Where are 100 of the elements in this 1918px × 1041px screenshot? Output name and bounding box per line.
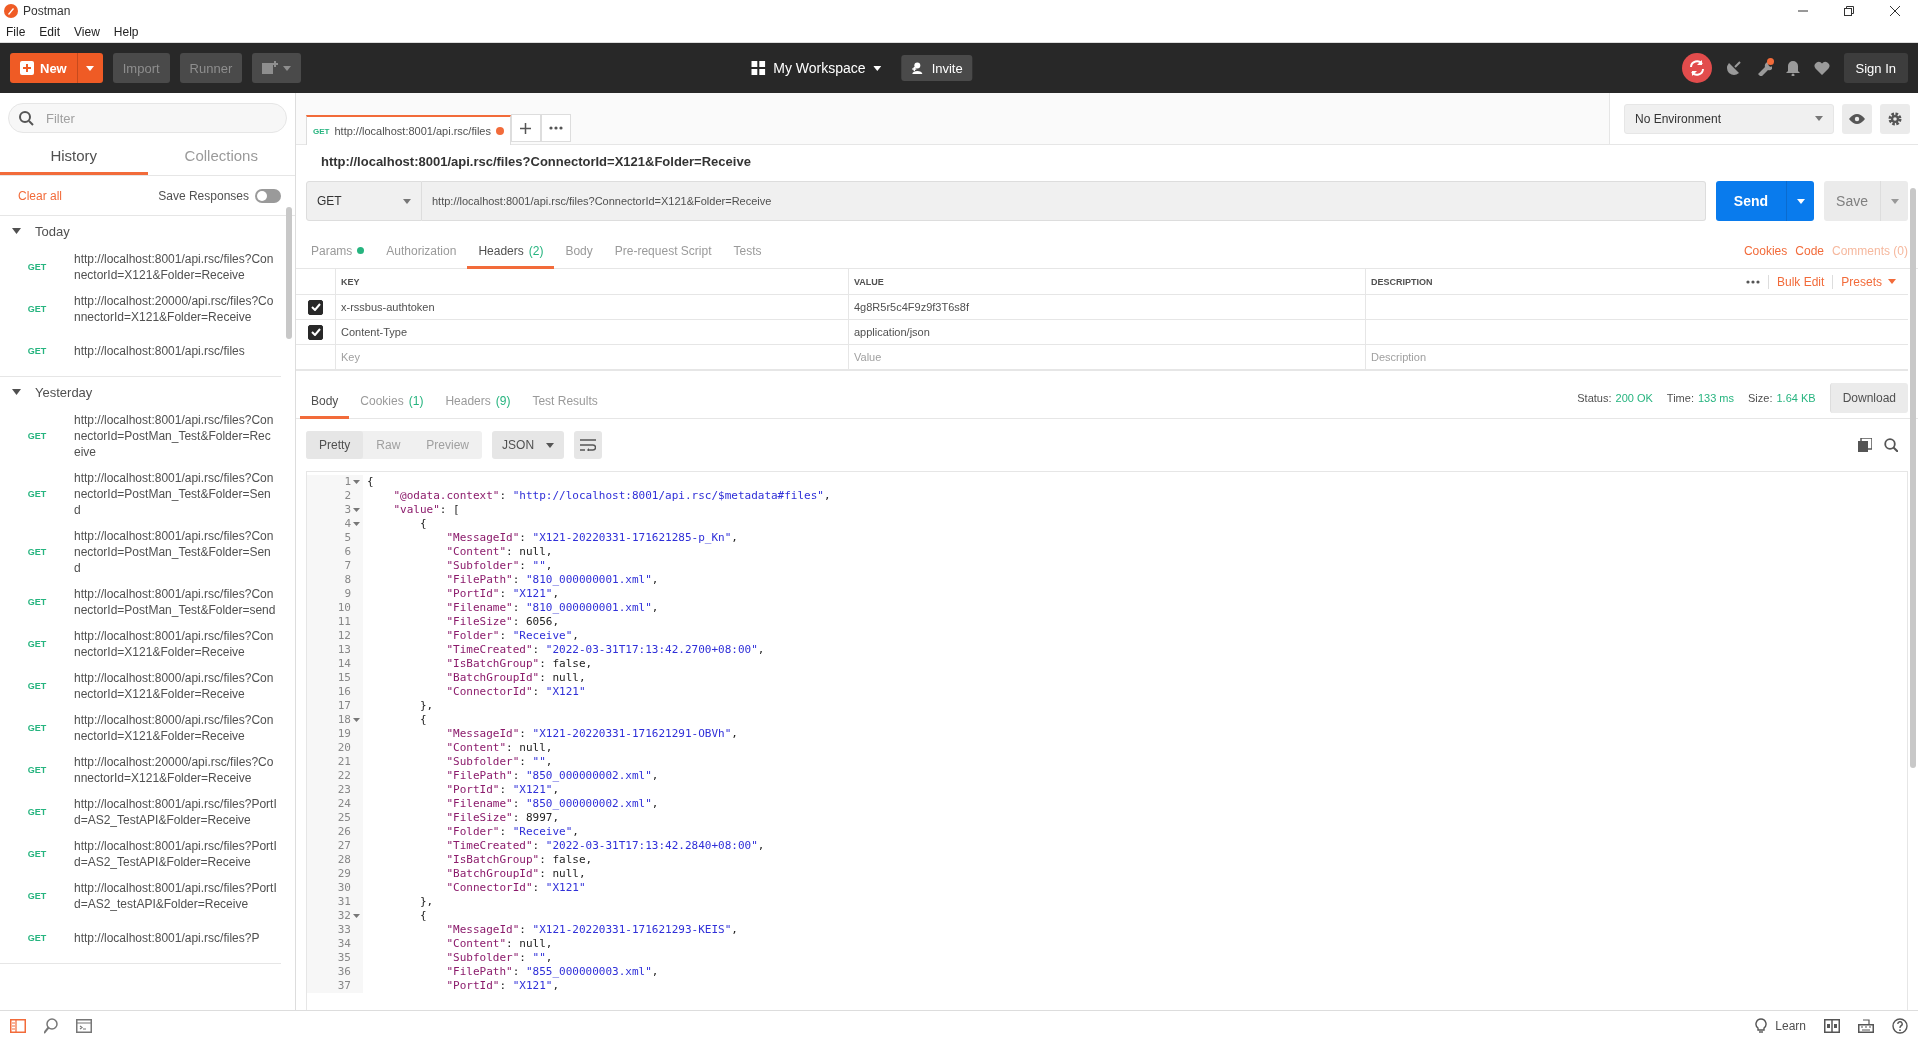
history-item-url[interactable]: http://localhost:8001/api.rsc/files?ConnectorId=PostMan_Test&Folder=Send [74, 470, 277, 518]
method-label: GET [26, 723, 48, 733]
eye-button[interactable] [1842, 103, 1872, 134]
tab[interactable]: Body [300, 385, 350, 419]
format-dropdown[interactable]: JSON [492, 431, 565, 459]
sign-in-button[interactable]: Sign In [1843, 53, 1908, 83]
checkmark-icon [310, 303, 321, 311]
code-line: "BatchGroupId": null, [445, 867, 586, 881]
checkbox[interactable] [308, 324, 323, 340]
line-number: 5 [344, 531, 351, 545]
input-field[interactable]: Value [854, 351, 1360, 363]
fold-arrow-icon[interactable] [352, 718, 360, 722]
method-dropdown[interactable]: GET [306, 181, 422, 221]
url-field[interactable]: http://localhost:8001/api.rsc/files?ConnectorId=X121&Folder=Receive [422, 181, 1706, 221]
search-icon [19, 110, 34, 126]
bell-icon[interactable] [1785, 60, 1800, 76]
two-pane-icon[interactable] [1824, 1019, 1840, 1033]
add-tab-button[interactable] [511, 114, 541, 142]
history-item-url[interactable]: http://localhost:8001/api.rsc/files?ConnectorId=PostMan_Test&Folder=Send [74, 528, 277, 576]
filter-box[interactable]: Filter [8, 103, 287, 133]
invite-button[interactable]: Invite [901, 55, 973, 81]
line-number: 9 [344, 587, 351, 601]
menu-item[interactable]: File [6, 25, 26, 39]
history-item-url[interactable]: http://localhost:8001/api.rsc/files?PortId=AS2_testAPI&Folder=Receive [74, 880, 277, 912]
scrollbar[interactable] [1910, 188, 1916, 768]
line-number: 32 [337, 909, 351, 923]
method-label: GET [26, 891, 48, 901]
menu-item[interactable]: Help [113, 25, 139, 39]
method-label: GET [26, 304, 48, 314]
download-button[interactable]: Download [1829, 382, 1908, 413]
history-item-url[interactable]: http://localhost:8000/api.rsc/files?ConnectorId=X121&Folder=Receive [74, 670, 277, 702]
code-line: "Content": null, [445, 741, 553, 755]
status-label: Size: [1748, 391, 1773, 404]
history-item-url[interactable]: http://localhost:20000/api.rsc/files?ConnectorId=X121&Folder=Receive [74, 754, 277, 786]
caret-icon [546, 442, 555, 448]
fold-arrow-icon[interactable] [352, 508, 360, 512]
copy-icon[interactable] [1858, 438, 1872, 452]
code-line: { [418, 713, 427, 727]
line-number: 1 [344, 475, 351, 489]
code-line: "Folder": "Receive", [445, 825, 579, 839]
history-item-url[interactable]: http://localhost:20000/api.rsc/files?ConnectorId=X121&Folder=Receive [74, 293, 277, 325]
sync-icon[interactable] [1681, 53, 1712, 83]
scrollbar[interactable] [286, 207, 292, 339]
history-group-header[interactable]: Yesterday [0, 377, 105, 407]
search-icon[interactable] [1884, 438, 1898, 452]
menu-item[interactable]: Edit [39, 25, 61, 39]
code-line: }, [418, 699, 434, 713]
history-item-url[interactable]: http://localhost:8001/api.rsc/files?ConnectorId=PostMan_Test&Folder=Receive [74, 412, 277, 460]
history-item-url[interactable]: http://localhost:8001/api.rsc/files?PortId=AS2_TestAPI&Folder=Receive [74, 838, 277, 870]
sidebar-toggle-icon[interactable] [10, 1019, 26, 1033]
status-value: 200 OK [1615, 391, 1653, 404]
history-group-header[interactable]: Today [0, 216, 82, 246]
tab[interactable]: Headers (2) [467, 235, 555, 269]
keyboard-icon[interactable] [1858, 1019, 1874, 1033]
help-icon[interactable] [1892, 1018, 1908, 1034]
line-number: 36 [337, 965, 351, 979]
code-line: "FileSize": 6056, [445, 615, 560, 629]
status-label: Status: [1577, 391, 1612, 404]
workspace-selector[interactable]: My Workspace [745, 59, 888, 77]
menu-item[interactable]: View [74, 25, 100, 39]
view-mode-tab[interactable]: Pretty [306, 431, 364, 459]
more-icon[interactable] [1745, 279, 1760, 284]
code-line: "MessageId": "X121-20220331-171621293-KEIS", [445, 923, 738, 937]
search-icon[interactable] [44, 1018, 58, 1034]
line-number: 31 [337, 895, 351, 909]
column-header: VALUE [849, 269, 1366, 295]
line-number: 15 [337, 671, 351, 685]
checkbox[interactable] [308, 299, 323, 315]
satellite-icon[interactable] [1725, 60, 1742, 76]
settings-icon [1887, 110, 1903, 127]
filter-field[interactable]: Filter [44, 109, 276, 127]
input-field[interactable]: Description [1371, 351, 1903, 363]
history-item-url[interactable]: http://localhost:8001/api.rsc/files?PortId=AS2_TestAPI&Folder=Receive [74, 796, 277, 828]
history-item-url[interactable]: http://localhost:8001/api.rsc/files?ConnectorId=PostMan_Test&Folder=send [74, 586, 277, 618]
history-item-url[interactable]: http://localhost:8001/api.rsc/files?ConnectorId=X121&Folder=Receive [74, 628, 277, 660]
save-responses-toggle[interactable] [255, 188, 281, 203]
learn-button[interactable]: Learn [1755, 1018, 1806, 1034]
input-field[interactable]: Key [341, 351, 843, 363]
console-icon[interactable] [76, 1019, 92, 1033]
fold-arrow-icon[interactable] [352, 914, 360, 918]
fold-arrow-icon[interactable] [352, 522, 360, 526]
wrap-lines-button[interactable] [574, 431, 603, 459]
sidebar-tab[interactable]: History [0, 139, 148, 175]
line-number: 28 [337, 853, 351, 867]
request-tab[interactable]: GET http://localhost:8001/api.rsc/files [306, 115, 511, 145]
new-window-icon [262, 61, 279, 75]
method-label: GET [26, 346, 48, 356]
fold-arrow-icon[interactable] [352, 480, 360, 484]
heart-icon[interactable] [1813, 61, 1830, 75]
send-button[interactable]: Send [1715, 181, 1815, 221]
history-item-url[interactable]: http://localhost:8001/api.rsc/files?P [74, 930, 277, 946]
history-item-url[interactable]: http://localhost:8000/api.rsc/files?ConnectorId=X121&Folder=Receive [74, 712, 277, 744]
history-item-url[interactable]: http://localhost:8001/api.rsc/files?ConnectorId=X121&Folder=Receive [74, 251, 277, 283]
settings-button[interactable] [1880, 103, 1910, 134]
caret-icon [873, 65, 882, 71]
history-item-url[interactable]: http://localhost:8001/api.rsc/files [74, 343, 277, 359]
environment-selector[interactable]: No Environment [1624, 103, 1834, 134]
checkmark-icon [310, 328, 321, 336]
line-number: 29 [337, 867, 351, 881]
new-window-button[interactable] [252, 53, 302, 83]
